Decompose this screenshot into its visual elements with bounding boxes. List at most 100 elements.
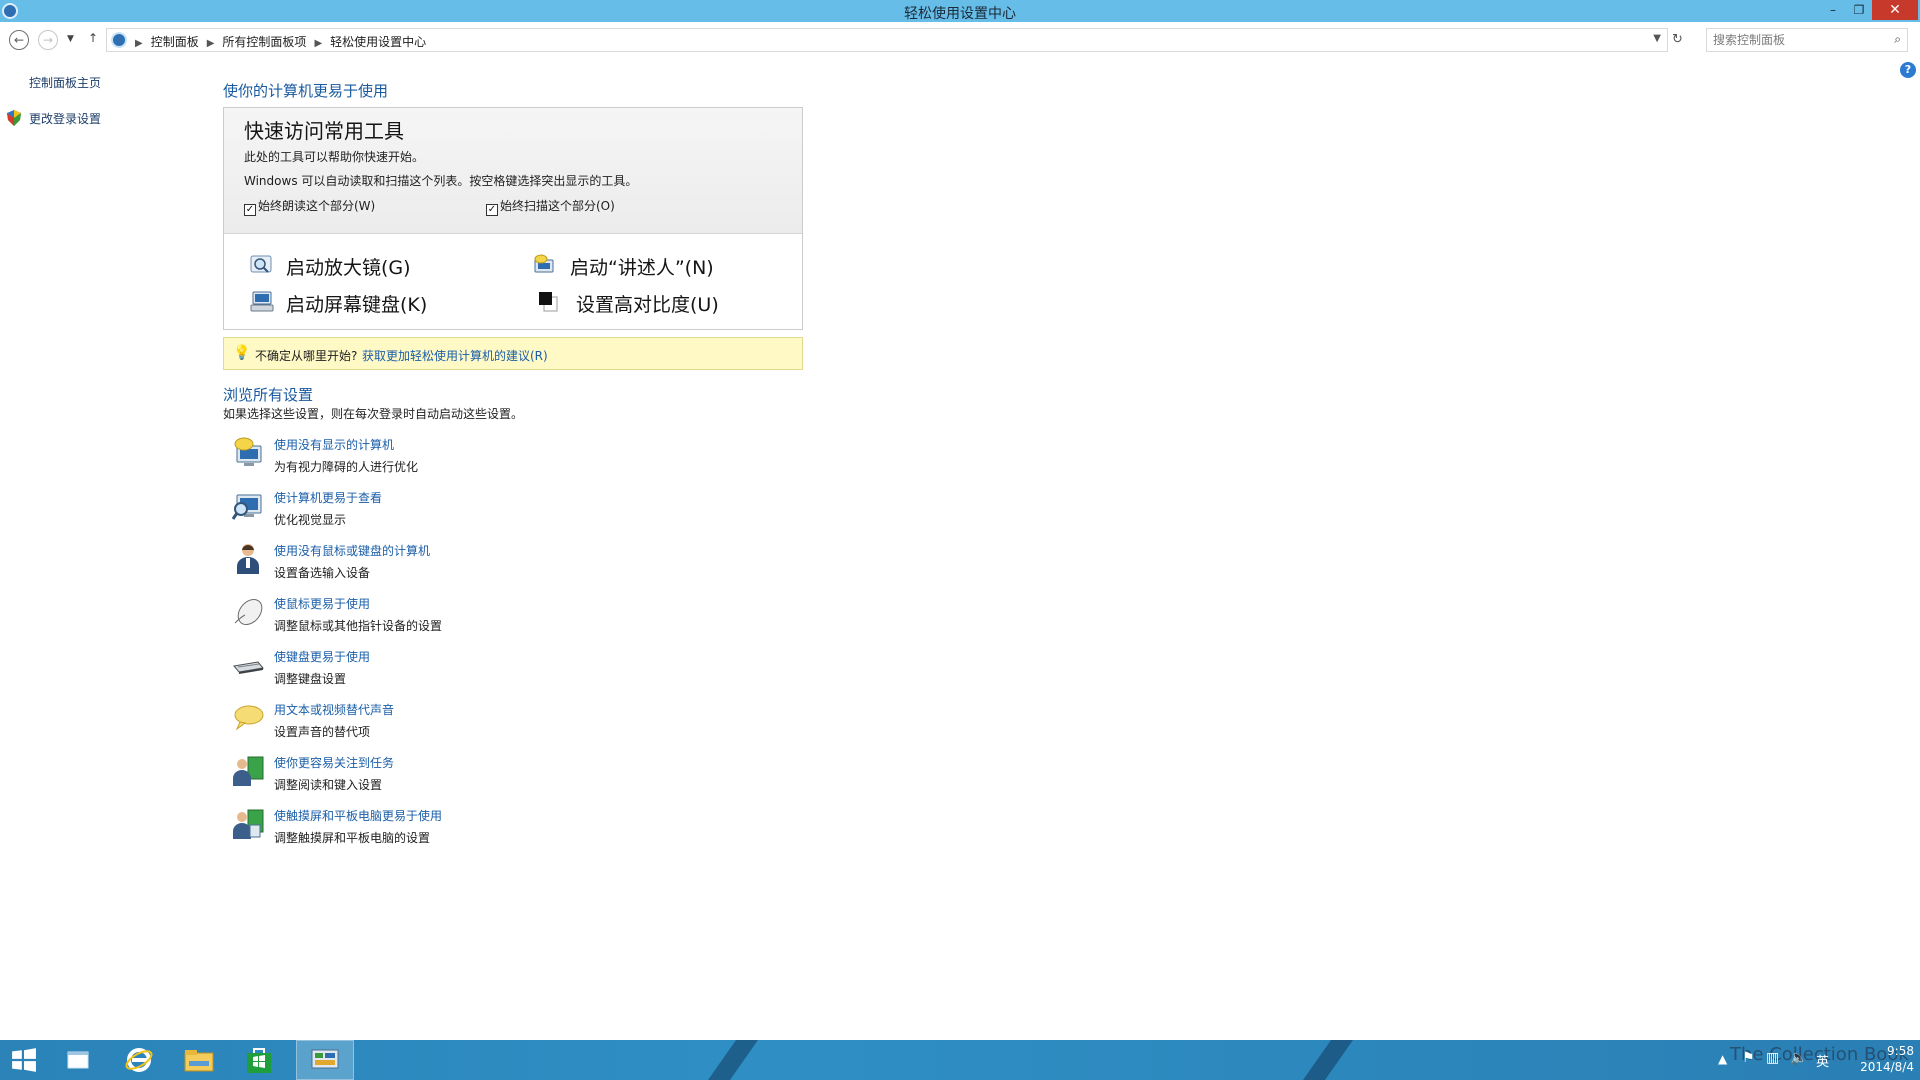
always-scan-checkbox[interactable]: ✓ 始终扫描这个部分(O) [486,197,615,216]
person-tablet-icon [233,809,264,839]
quick-access-header: 快速访问常用工具 此处的工具可以帮助你快速开始。 Windows 可以自动读取和… [224,108,802,234]
task-view-button[interactable] [50,1040,108,1080]
control-panel-icon [111,32,127,48]
list-item: 使键盘更易于使用 调整键盘设置 [223,646,823,699]
breadcrumb-ease-of-access[interactable]: 轻松使用设置中心 [330,35,426,49]
tip-question: 不确定从哪里开始? [255,349,358,363]
start-on-screen-keyboard-link[interactable]: 启动屏幕键盘(K) [250,290,428,317]
quick-access-panel: 快速访问常用工具 此处的工具可以帮助你快速开始。 Windows 可以自动读取和… [223,107,803,330]
start-on-screen-keyboard-label: 启动屏幕键盘(K) [286,294,428,316]
volume-icon[interactable]: 🔈 [1790,1050,1807,1080]
setting-description: 设置备选输入设备 [274,566,371,580]
lightbulb-icon: 💡 [233,345,251,361]
internet-explorer-button[interactable] [110,1040,168,1080]
store-button[interactable] [230,1040,288,1080]
breadcrumb-separator[interactable]: ▶ [135,38,143,49]
task-view-icon [67,1051,89,1069]
setting-description: 调整鼠标或其他指针设备的设置 [274,619,443,633]
store-icon [247,1048,271,1073]
breadcrumb-all-items[interactable]: 所有控制面板项 [222,35,306,49]
quick-access-description-2: Windows 可以自动读取和扫描这个列表。按空格键选择突出显示的工具。 [244,174,638,188]
get-recommendations-link[interactable]: 获取更加轻松使用计算机的建议(R) [362,347,548,364]
list-item: 使计算机更易于查看 优化视觉显示 [223,487,823,540]
always-read-checkbox[interactable]: ✓ 始终朗读这个部分(W) [244,197,375,216]
change-login-settings-link[interactable]: 更改登录设置 [29,110,101,127]
setting-link[interactable]: 使你更容易关注到任务 [274,754,394,771]
monitor-magnify-icon [231,494,262,520]
navigation-bar: ← → ▼ ↑ ▶ 控制面板 ▶ 所有控制面板项 ▶ 轻松使用设置中心 ▼ ↻ ⌕ [0,22,1920,58]
address-dropdown-button[interactable]: ▼ [1653,33,1661,44]
shield-icon [7,110,21,126]
control-panel-taskbar-button[interactable] [296,1040,354,1080]
action-center-flag-icon[interactable]: ⚑ [1742,1050,1755,1080]
quick-access-description: 此处的工具可以帮助你快速开始。 [244,150,425,164]
address-bar[interactable]: ▶ 控制面板 ▶ 所有控制面板项 ▶ 轻松使用设置中心 ▼ [106,28,1668,52]
start-narrator-link[interactable]: 启动“讲述人”(N) [534,253,714,280]
high-contrast-icon [539,292,558,312]
set-high-contrast-link[interactable]: 设置高对比度(U) [539,290,719,317]
quick-access-title: 快速访问常用工具 [244,119,404,143]
recent-locations-dropdown[interactable]: ▼ [67,34,74,44]
clock-date: 2014/8/4 [1860,1060,1914,1074]
setting-link[interactable]: 使键盘更易于使用 [274,648,370,665]
breadcrumb-control-panel[interactable]: 控制面板 [151,35,199,49]
restore-button[interactable]: ❐ [1846,0,1872,20]
input-method-indicator[interactable]: 英 [1816,1051,1829,1080]
mouse-icon [234,598,263,626]
setting-description: 调整键盘设置 [274,672,347,686]
setting-link[interactable]: 用文本或视频替代声音 [274,701,394,718]
search-box[interactable]: ⌕ [1706,28,1908,52]
narrator-icon [534,254,554,273]
taskbar-decoration [693,1040,759,1080]
show-hidden-icons-button[interactable]: ▲ [1718,1052,1727,1080]
setting-link[interactable]: 使触摸屏和平板电脑更易于使用 [274,807,442,824]
search-input[interactable] [1713,32,1883,48]
control-panel-home-link[interactable]: 控制面板主页 [29,74,101,91]
checkbox-check[interactable]: ✓ [486,204,498,216]
tip-bar: 💡 不确定从哪里开始? 获取更加轻松使用计算机的建议(R) [223,337,803,370]
start-magnifier-link[interactable]: 启动放大镜(G) [250,253,411,280]
forward-button[interactable]: → [38,30,58,50]
setting-link[interactable]: 使用没有鼠标或键盘的计算机 [274,542,430,559]
back-button[interactable]: ← [9,30,29,50]
setting-link[interactable]: 使计算机更易于查看 [274,489,382,506]
file-explorer-icon [184,1050,214,1072]
list-item: 使鼠标更易于使用 调整鼠标或其他指针设备的设置 [223,593,823,646]
person-icon [237,544,259,574]
person-task-icon [233,756,264,786]
system-clock[interactable]: 9:58 2014/8/4 [1834,1043,1914,1075]
list-item: 用文本或视频替代声音 设置声音的替代项 [223,699,823,752]
taskbar-decoration [1288,1040,1354,1080]
browse-all-settings-description: 如果选择这些设置，则在每次登录时自动启动这些设置。 [223,407,524,421]
start-narrator-label: 启动“讲述人”(N) [570,257,714,279]
setting-link[interactable]: 使用没有显示的计算机 [274,436,394,453]
breadcrumb-separator[interactable]: ▶ [314,38,322,49]
always-scan-label: 始终扫描这个部分(O) [500,199,615,213]
keyboard-icon [233,661,264,674]
setting-description: 为有视力障碍的人进行优化 [274,460,419,474]
taskbar: The Collection Book ▲ ⚑ ▥ 🔈 英 9:58 2014/… [0,1040,1920,1080]
checkbox-check[interactable]: ✓ [244,204,256,216]
search-icon[interactable]: ⌕ [1894,32,1901,47]
refresh-button[interactable]: ↻ [1672,32,1683,47]
page-title: 使你的计算机更易于使用 [223,82,389,100]
network-icon[interactable]: ▥ [1766,1050,1779,1080]
list-item: 使你更容易关注到任务 调整阅读和键入设置 [223,752,823,805]
settings-list: 使用没有显示的计算机 为有视力障碍的人进行优化 使计算机更易于查看 优化视觉显示… [223,434,823,858]
help-icon[interactable]: ? [1900,62,1916,78]
file-explorer-button[interactable] [170,1040,228,1080]
setting-description: 优化视觉显示 [274,513,347,527]
browse-all-settings-title: 浏览所有设置 [223,386,314,404]
up-button[interactable]: ↑ [88,31,98,45]
internet-explorer-icon [125,1048,153,1072]
breadcrumb: ▶ 控制面板 ▶ 所有控制面板项 ▶ 轻松使用设置中心 [135,33,426,50]
start-magnifier-label: 启动放大镜(G) [286,257,411,279]
setting-description: 调整阅读和键入设置 [274,778,383,792]
control-panel-icon [311,1049,339,1069]
breadcrumb-separator[interactable]: ▶ [207,38,215,49]
minimize-button[interactable]: – [1820,0,1846,20]
close-button[interactable]: ✕ [1872,0,1918,20]
clock-time: 9:58 [1887,1044,1914,1058]
setting-link[interactable]: 使鼠标更易于使用 [274,595,370,612]
list-item: 使触摸屏和平板电脑更易于使用 调整触摸屏和平板电脑的设置 [223,805,823,858]
